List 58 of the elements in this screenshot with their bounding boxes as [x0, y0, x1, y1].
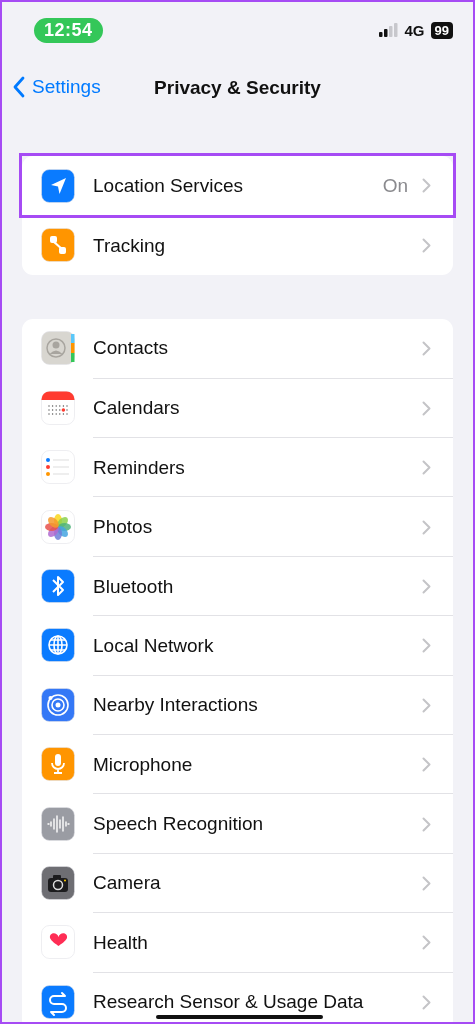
chevron-right-icon [422, 994, 431, 1010]
signal-icon [378, 23, 399, 37]
row-label: Location Services [93, 174, 244, 197]
settings-row[interactable]: Health [22, 912, 453, 973]
row-label: Speech Recognition [93, 813, 265, 836]
settings-row[interactable]: Bluetooth [22, 556, 453, 616]
row-label: Bluetooth [93, 575, 175, 598]
row-label: Research Sensor & Usage Data [93, 991, 365, 1014]
row-label: Tracking [93, 234, 167, 257]
microphone-icon [41, 747, 75, 782]
chevron-right-icon [422, 238, 431, 254]
settings-row[interactable]: Contacts [22, 318, 453, 379]
chevron-right-icon [422, 638, 431, 654]
chevron-left-icon [12, 76, 25, 98]
settings-row[interactable]: Nearby Interactions [22, 675, 453, 735]
chevron-right-icon [422, 340, 431, 356]
row-label: Nearby Interactions [93, 694, 259, 717]
chevron-right-icon [422, 579, 431, 595]
row-value: On [382, 174, 408, 197]
settings-row[interactable]: Local Network [22, 615, 453, 676]
chevron-right-icon [422, 519, 431, 535]
row-label: Reminders [93, 456, 186, 479]
settings-row[interactable]: Camera [22, 853, 453, 913]
chevron-right-icon [422, 816, 431, 832]
settings-row[interactable]: Calendars [22, 378, 453, 438]
camera-icon [41, 866, 75, 900]
chevron-right-icon [422, 876, 431, 891]
waveform-icon [41, 806, 75, 841]
row-label: Local Network [93, 634, 215, 657]
settings-row[interactable]: Photos [22, 496, 453, 557]
calendar-icon [41, 390, 75, 425]
photos-icon [41, 509, 75, 544]
settings-row[interactable]: Speech Recognition [22, 793, 453, 854]
bluetooth-icon [41, 569, 75, 604]
back-button[interactable]: Settings [12, 76, 101, 98]
reminders-icon [41, 450, 75, 485]
settings-row[interactable]: Microphone [22, 734, 453, 794]
page-title: Privacy & Security [154, 77, 321, 99]
row-label: Health [93, 931, 149, 954]
chevron-right-icon [422, 178, 431, 194]
contacts-icon [41, 331, 75, 366]
row-label: Calendars [93, 397, 181, 420]
chevron-right-icon [422, 697, 431, 713]
row-label: Contacts [93, 337, 169, 360]
settings-row[interactable]: Tracking [22, 215, 453, 275]
status-time: 12:54 [34, 17, 103, 43]
row-label: Photos [93, 516, 154, 539]
settings-row[interactable]: Location Services On [22, 156, 453, 216]
row-label: Camera [93, 872, 162, 895]
row-label: Microphone [93, 753, 194, 776]
chevron-right-icon [422, 400, 431, 416]
battery-level: 99 [430, 21, 453, 39]
network-label: 4G [404, 21, 425, 39]
chevron-right-icon [422, 935, 431, 951]
chevron-right-icon [422, 757, 431, 773]
settings-row[interactable]: Reminders [22, 437, 453, 497]
globe-icon [41, 628, 75, 663]
chevron-right-icon [422, 460, 431, 476]
